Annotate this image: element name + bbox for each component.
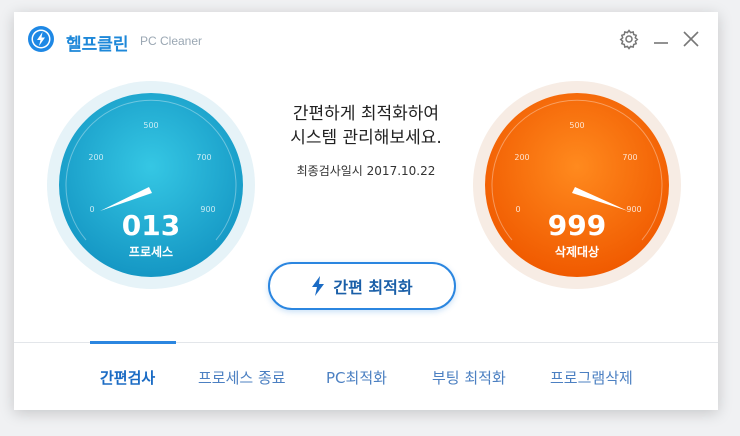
app-window: 헬프클린 PC Cleaner 0 200 500 700 900 013 프로… bbox=[14, 12, 718, 410]
delete-target-gauge: 0 200 500 700 900 999 삭제대상 bbox=[472, 80, 682, 290]
title-bar: 헬프클린 PC Cleaner bbox=[14, 12, 718, 66]
tick-label: 900 bbox=[626, 205, 641, 214]
tab-process-kill[interactable]: 프로세스 종료 bbox=[198, 367, 286, 388]
headline-line1: 간편하게 최적화하여 bbox=[292, 104, 440, 124]
quick-optimize-button[interactable]: 간편 최적화 bbox=[268, 262, 456, 310]
tick-label: 500 bbox=[143, 121, 158, 130]
tick-label: 0 bbox=[515, 205, 520, 214]
app-name: 헬프클린 bbox=[66, 35, 129, 55]
bottom-tab-bar: 간편검사 프로세스 종료 PC최적화 부팅 최적화 프로그램삭제 bbox=[14, 341, 718, 410]
tick-label: 0 bbox=[89, 205, 94, 214]
tick-label: 700 bbox=[622, 153, 637, 162]
close-icon[interactable] bbox=[680, 28, 702, 50]
process-count: 013 bbox=[122, 209, 180, 242]
delete-target-label: 삭제대상 bbox=[555, 244, 599, 259]
process-label: 프로세스 bbox=[129, 244, 173, 259]
tick-label: 700 bbox=[196, 153, 211, 162]
app-subtitle: PC Cleaner bbox=[140, 34, 203, 48]
tab-quick-scan[interactable]: 간편검사 bbox=[100, 367, 155, 388]
tick-label: 500 bbox=[569, 121, 584, 130]
tick-label: 200 bbox=[514, 153, 529, 162]
active-tab-indicator bbox=[90, 341, 176, 344]
delete-target-count: 999 bbox=[548, 209, 606, 242]
tick-label: 900 bbox=[200, 205, 215, 214]
tab-boot-optimize[interactable]: 부팅 최적화 bbox=[432, 367, 506, 388]
headline-line2: 시스템 관리해보세요. bbox=[290, 128, 442, 148]
headline: 간편하게 최적화하여 시스템 관리해보세요. bbox=[236, 102, 496, 150]
last-scan-date: 최종검사일시 2017.10.22 bbox=[296, 164, 436, 178]
gear-icon[interactable] bbox=[618, 28, 640, 50]
tick-label: 200 bbox=[88, 153, 103, 162]
minimize-icon[interactable] bbox=[650, 28, 672, 50]
quick-optimize-label: 간편 최적화 bbox=[333, 278, 413, 297]
tab-pc-optimize[interactable]: PC최적화 bbox=[326, 367, 387, 388]
process-gauge: 0 200 500 700 900 013 프로세스 bbox=[46, 80, 256, 290]
lightning-icon bbox=[312, 276, 325, 296]
lightning-icon bbox=[28, 26, 54, 52]
tab-program-uninstall[interactable]: 프로그램삭제 bbox=[550, 367, 633, 388]
